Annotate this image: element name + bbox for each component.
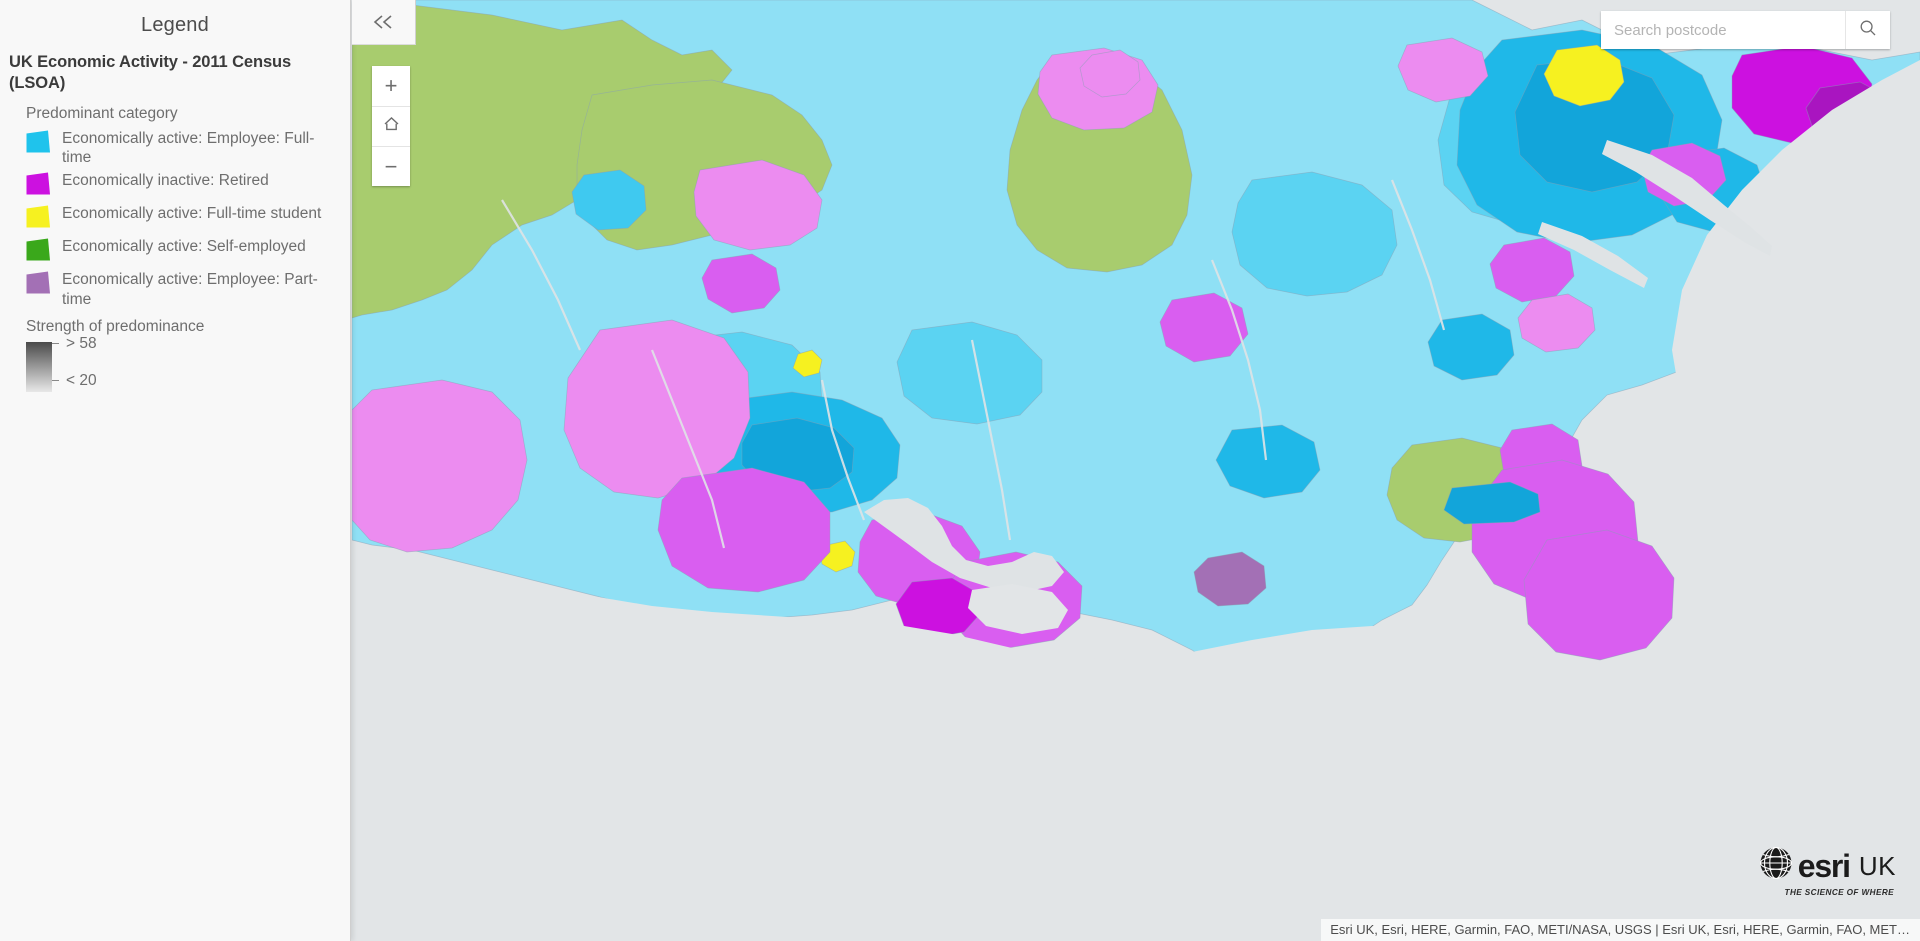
layer-title: UK Economic Activity - 2011 Census (LSOA…: [9, 53, 292, 92]
zoom-out-label: −: [384, 153, 398, 179]
legend-item-self-employed[interactable]: Economically active: Self-employed: [26, 236, 342, 266]
legend-item-label: Economically active: Full-time student: [62, 205, 322, 223]
zoom-out-button[interactable]: −: [372, 146, 410, 186]
zoom-controls: + −: [372, 66, 410, 186]
search-button[interactable]: [1845, 11, 1890, 49]
logo-region: UK: [1858, 850, 1896, 881]
search-input[interactable]: [1601, 11, 1845, 49]
polygon-swatch-icon: [26, 130, 50, 153]
legend-item-fulltime-student[interactable]: Economically active: Full-time student: [26, 203, 342, 233]
collapse-legend-button[interactable]: [352, 0, 416, 45]
legend-item-label: Economically inactive: Retired: [62, 172, 269, 190]
swatch-cell: [26, 170, 62, 195]
chevron-double-left-icon: [373, 14, 395, 30]
swatch-cell: [26, 269, 62, 294]
polygon-swatch-icon: [26, 271, 50, 294]
home-icon: [383, 116, 400, 137]
ramp-dash-icon: [52, 343, 59, 345]
polygon-swatch-icon: [26, 205, 50, 228]
polygon-swatch-icon: [26, 172, 50, 195]
zoom-in-button[interactable]: +: [372, 66, 410, 106]
legend-item-label: Economically active: Employee: Full-time: [62, 129, 315, 167]
legend-item-parttime-employee[interactable]: Economically active: Employee: Part-time: [26, 269, 342, 308]
esri-uk-logo: esri UK THE SCIENCE OF WHERE: [1759, 846, 1896, 897]
legend-item-label: Economically active: Self-employed: [62, 238, 306, 256]
strength-ramp-bar: [26, 341, 52, 392]
legend-body: UK Economic Activity - 2011 Census (LSOA…: [0, 52, 350, 392]
logo-wordmark: esri: [1797, 847, 1851, 884]
strength-of-predominance-heading: Strength of predominance: [26, 317, 205, 335]
zoom-in-label: +: [384, 73, 398, 98]
legend-category-list: Economically active: Employee: Full-time…: [9, 128, 342, 309]
ramp-dash-icon: [52, 380, 59, 382]
predominant-category-heading: Predominant category: [26, 104, 178, 122]
ramp-tick-high: > 58: [52, 335, 97, 353]
choropleth-map[interactable]: [352, 0, 1920, 941]
legend-item-retired[interactable]: Economically inactive: Retired: [26, 170, 342, 200]
legend-item-fulltime-employee[interactable]: Economically active: Employee: Full-time: [26, 128, 342, 167]
map-application: + − Search postcode esri UK THE SCIENCE …: [0, 0, 1920, 941]
polygon-swatch-icon: [26, 238, 50, 261]
swatch-cell: [26, 236, 62, 261]
swatch-cell: [26, 128, 62, 153]
search-icon: [1859, 19, 1877, 42]
ramp-high-label: > 58: [66, 334, 97, 352]
region-retired-south-1: [657, 467, 831, 593]
logo-row: esri UK: [1759, 846, 1896, 885]
swatch-cell: [26, 203, 62, 228]
search-box[interactable]: [1601, 11, 1890, 49]
ramp-tick-low: < 20: [52, 372, 97, 390]
strength-ramp: > 58 < 20: [9, 335, 342, 392]
globe-icon: [1759, 846, 1793, 885]
legend-item-label: Economically active: Employee: Part-time: [62, 271, 318, 308]
legend-panel: Legend UK Economic Activity - 2011 Censu…: [0, 0, 351, 941]
ramp-low-label: < 20: [66, 371, 97, 389]
logo-tagline: THE SCIENCE OF WHERE: [1784, 888, 1894, 897]
region-retired-se-2: [1523, 529, 1675, 661]
legend-panel-title: Legend: [141, 14, 209, 36]
map-attribution[interactable]: Esri UK, Esri, HERE, Garmin, FAO, METI/N…: [1321, 919, 1920, 941]
home-button[interactable]: [372, 106, 410, 146]
map-canvas[interactable]: + − Search postcode esri UK THE SCIENCE …: [352, 0, 1920, 941]
